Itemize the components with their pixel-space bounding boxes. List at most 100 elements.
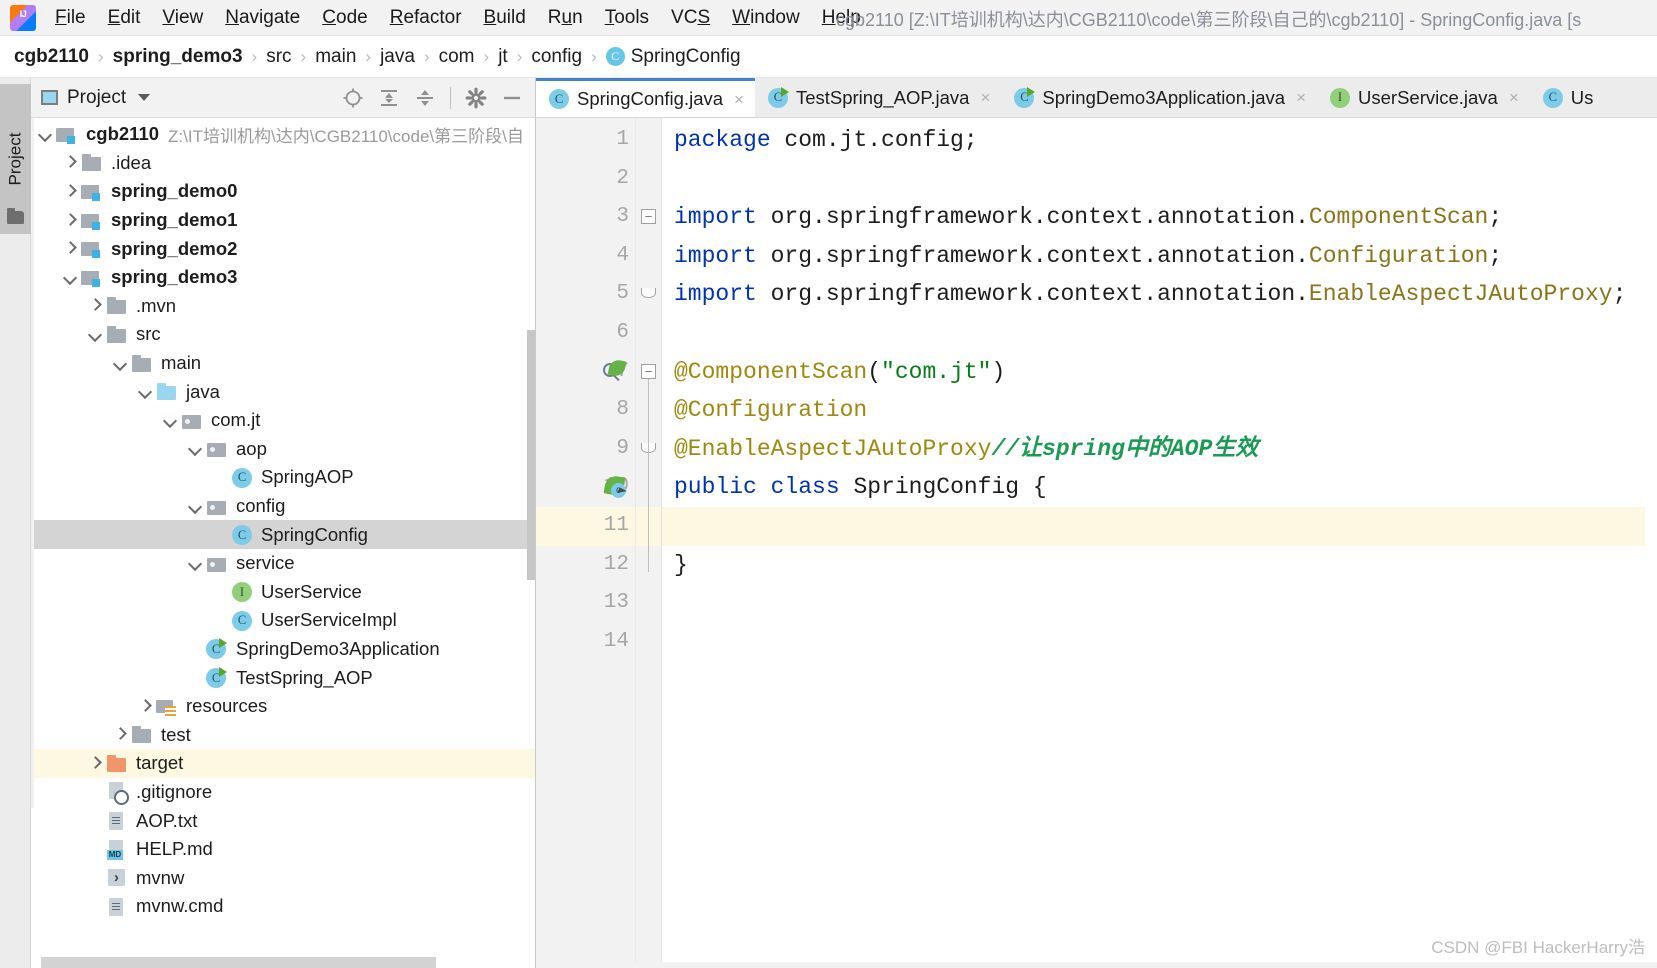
tree-node--gitignore[interactable]: .gitignore (31, 778, 535, 807)
chevron-right-icon[interactable] (62, 212, 79, 229)
menu-run[interactable]: Run (537, 5, 594, 31)
breadcrumb-item-cgb2110[interactable]: cgb2110 (14, 46, 89, 68)
chevron-right-icon[interactable] (87, 755, 104, 772)
breadcrumb-item-config[interactable]: config (531, 46, 582, 68)
expand-all-icon[interactable] (378, 87, 400, 109)
fold-collapse-icon[interactable]: − (641, 364, 656, 379)
editor-tab-springconfig-java[interactable]: SpringConfig.java× (536, 78, 755, 117)
collapse-all-icon[interactable] (414, 87, 436, 109)
chevron-down-icon[interactable] (187, 555, 204, 572)
editor-tab-springdemo3application-java[interactable]: SpringDemo3Application.java× (1001, 78, 1317, 117)
tree-node-java[interactable]: java (31, 377, 535, 406)
tree-spacer (87, 898, 104, 915)
fold-marker-imports-end[interactable] (641, 288, 656, 298)
tree-node-spring-demo2[interactable]: spring_demo2 (31, 234, 535, 263)
tree-node-cgb2110[interactable]: cgb2110Z:\IT培训机构\达内\CGB2110\code\第三阶段\自 (31, 120, 535, 149)
fold-collapse-icon[interactable]: − (641, 209, 656, 224)
code-folding-column[interactable]: −− (636, 118, 662, 968)
menu-tools[interactable]: Tools (594, 5, 660, 31)
close-icon[interactable]: × (734, 91, 744, 108)
close-icon[interactable]: × (1296, 89, 1306, 106)
spring-bean-icon[interactable]: c (602, 474, 628, 500)
chevron-right-icon[interactable] (62, 183, 79, 200)
close-icon[interactable]: × (980, 89, 990, 106)
editor-tab-testspring-aop-java[interactable]: TestSpring_AOP.java× (755, 78, 1001, 117)
tree-node-mvnw-cmd[interactable]: mvnw.cmd (31, 892, 535, 921)
menu-build[interactable]: Build (473, 5, 537, 31)
menu-navigate[interactable]: Navigate (214, 5, 311, 31)
breadcrumb-item-src[interactable]: src (266, 46, 291, 68)
tree-node-springdemo3application[interactable]: SpringDemo3Application (31, 635, 535, 664)
tree-node-testspring-aop[interactable]: TestSpring_AOP (31, 663, 535, 692)
tree-node--idea[interactable]: .idea (31, 149, 535, 178)
tree-node-main[interactable]: main (31, 349, 535, 378)
tree-node-spring-demo0[interactable]: spring_demo0 (31, 177, 535, 206)
chevron-down-icon[interactable] (187, 498, 204, 515)
chevron-right-icon[interactable] (62, 240, 79, 257)
chevron-right-icon[interactable] (137, 698, 154, 715)
breadcrumb-item-main[interactable]: main (315, 46, 356, 68)
tree-node-aop-txt[interactable]: AOP.txt (31, 806, 535, 835)
tree-node-com-jt[interactable]: com.jt (31, 406, 535, 435)
tree-node-userserviceimpl[interactable]: UserServiceImpl (31, 606, 535, 635)
tree-node-config[interactable]: config (31, 492, 535, 521)
chevron-right-icon[interactable] (87, 297, 104, 314)
tree-node-userservice[interactable]: UserService (31, 578, 535, 607)
breadcrumb-item-jt[interactable]: jt (498, 46, 508, 68)
sh-icon (106, 868, 128, 887)
editor-tab-us[interactable]: Us (1530, 78, 1605, 117)
chevron-down-icon[interactable] (62, 269, 79, 286)
chevron-down-icon[interactable] (137, 383, 154, 400)
chevron-down-icon[interactable] (112, 355, 129, 372)
breadcrumb-item-com[interactable]: com (439, 46, 475, 68)
settings-gear-icon[interactable] (465, 87, 487, 109)
tree-node-spring-demo3[interactable]: spring_demo3 (31, 263, 535, 292)
tree-node-springaop[interactable]: SpringAOP (31, 463, 535, 492)
chevron-down-icon[interactable] (87, 326, 104, 343)
chevron-right-icon[interactable] (112, 726, 129, 743)
chevron-down-icon[interactable] (37, 126, 54, 143)
spring-bean-search-icon[interactable] (602, 359, 628, 385)
tree-node-label: .idea (111, 152, 151, 174)
menu-vcs[interactable]: VCS (660, 5, 721, 31)
editor-gutter[interactable]: 1234567891011121314c (536, 118, 636, 968)
menu-window[interactable]: Window (721, 5, 811, 31)
tree-node-help-md[interactable]: HELP.md (31, 835, 535, 864)
close-icon[interactable]: × (1509, 89, 1519, 106)
tree-node-service[interactable]: service (31, 549, 535, 578)
menu-code[interactable]: Code (311, 5, 378, 31)
tree-node-mvnw[interactable]: mvnw (31, 863, 535, 892)
breadcrumb-item-java[interactable]: java (380, 46, 415, 68)
code-content[interactable]: package com.jt.config;import org.springf… (662, 118, 1657, 968)
tree-spacer (212, 469, 229, 486)
menu-view[interactable]: View (151, 5, 214, 31)
locate-icon[interactable] (342, 87, 364, 109)
tree-node-target[interactable]: target (31, 749, 535, 778)
tree-node-resources[interactable]: resources (31, 692, 535, 721)
tree-node-test[interactable]: test (31, 720, 535, 749)
project-tool-tab-label: Project (6, 133, 26, 186)
chevron-down-icon[interactable] (162, 412, 179, 429)
tree-node-label: UserService (261, 581, 362, 603)
breadcrumb-item-spring-demo3[interactable]: spring_demo3 (113, 46, 243, 68)
sidebar-item-project[interactable]: Project (0, 84, 31, 234)
hide-panel-icon[interactable] (501, 87, 523, 109)
breadcrumb-item-springconfig[interactable]: SpringConfig (631, 46, 741, 68)
editor-tab-userservice-java[interactable]: UserService.java× (1317, 78, 1530, 117)
tree-node-springconfig[interactable]: SpringConfig (31, 520, 535, 549)
project-horizontal-scrollbar[interactable] (41, 957, 436, 968)
tree-node-src[interactable]: src (31, 320, 535, 349)
menu-refactor[interactable]: Refactor (379, 5, 473, 31)
chevron-down-icon[interactable] (187, 440, 204, 457)
project-vertical-scrollbar[interactable] (527, 330, 535, 580)
code-editor[interactable]: 1234567891011121314c −− package com.jt.c… (536, 118, 1657, 968)
tree-node--mvn[interactable]: .mvn (31, 292, 535, 321)
tree-node-spring-demo1[interactable]: spring_demo1 (31, 206, 535, 235)
tree-node-aop[interactable]: aop (31, 435, 535, 464)
chevron-down-icon[interactable] (138, 94, 150, 101)
chevron-right-icon[interactable] (62, 154, 79, 171)
menu-file[interactable]: File (44, 5, 97, 31)
editor-vertical-scrollbar[interactable] (1645, 118, 1657, 968)
menu-edit[interactable]: Edit (97, 5, 152, 31)
code-token: ComponentScan (1309, 204, 1488, 230)
